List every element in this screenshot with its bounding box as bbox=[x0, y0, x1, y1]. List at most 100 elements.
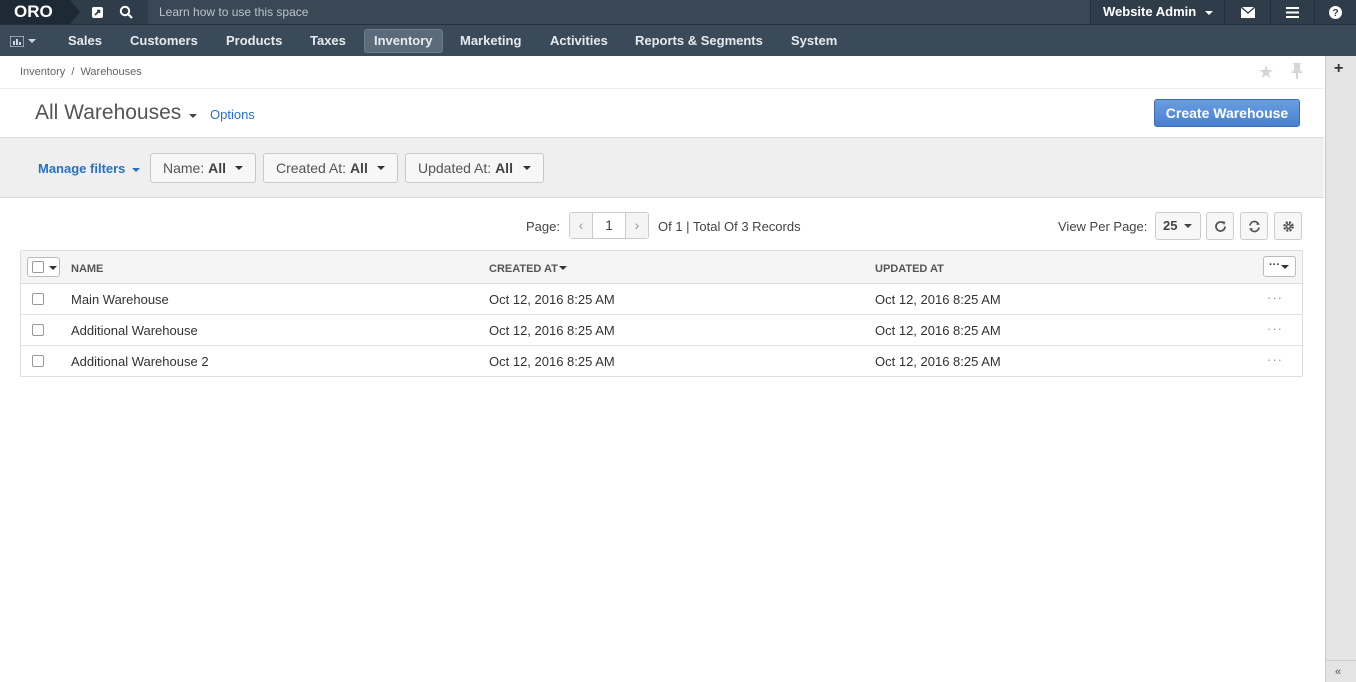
filter-updated-at[interactable]: Updated At: All bbox=[405, 153, 544, 183]
filter-value: All bbox=[349, 160, 368, 176]
page-number-input[interactable]: 1 bbox=[592, 213, 626, 238]
select-all-checkbox[interactable] bbox=[32, 261, 44, 273]
envelope-icon[interactable] bbox=[1224, 0, 1270, 24]
cell-created-at: Oct 12, 2016 8:25 AM bbox=[489, 354, 615, 369]
reset-button[interactable] bbox=[1240, 212, 1268, 240]
chevron-down-icon bbox=[377, 166, 385, 170]
cell-created-at: Oct 12, 2016 8:25 AM bbox=[489, 292, 615, 307]
reset-icon bbox=[1248, 220, 1260, 232]
nav-inventory[interactable]: Inventory bbox=[364, 29, 443, 53]
per-page-label: View Per Page: bbox=[1058, 219, 1148, 234]
previous-page-icon[interactable]: ‹ bbox=[570, 213, 592, 238]
more-icon: ··· bbox=[1269, 259, 1280, 271]
breadcrumb: Inventory / Warehouses bbox=[20, 66, 142, 78]
chart-icon bbox=[10, 35, 24, 47]
main-navigation: Sales Customers Products Taxes Inventory… bbox=[0, 24, 1356, 56]
mass-select-dropdown[interactable] bbox=[27, 257, 60, 277]
cell-updated-at: Oct 12, 2016 8:25 AM bbox=[875, 292, 1001, 307]
nav-activities[interactable]: Activities bbox=[541, 29, 617, 53]
filter-value: All bbox=[208, 160, 227, 176]
breadcrumb-current: Warehouses bbox=[80, 66, 142, 78]
nav-products[interactable]: Products bbox=[217, 29, 291, 53]
per-page-value: 25 bbox=[1163, 218, 1178, 233]
nav-system[interactable]: System bbox=[782, 29, 846, 53]
row-checkbox[interactable] bbox=[32, 293, 44, 305]
dashboard-menu[interactable] bbox=[10, 31, 46, 51]
column-header-name[interactable]: NAME bbox=[71, 263, 103, 275]
page-title[interactable]: All Warehouses bbox=[35, 101, 181, 125]
search-icon[interactable] bbox=[114, 0, 138, 24]
per-page-select[interactable]: 25 bbox=[1155, 212, 1201, 240]
chevron-down-icon bbox=[235, 166, 243, 170]
manage-filters-button[interactable]: Manage filters bbox=[38, 161, 141, 176]
top-bar: ORO Learn how to use this space Website … bbox=[0, 0, 1356, 24]
grid-settings-button[interactable] bbox=[1274, 212, 1302, 240]
chevron-down-icon[interactable] bbox=[189, 114, 197, 118]
filter-created-at[interactable]: Created At: All bbox=[263, 153, 398, 183]
table-row[interactable]: Additional Warehouse Oct 12, 2016 8:25 A… bbox=[21, 315, 1302, 346]
collapse-sidebar-icon[interactable]: « bbox=[1335, 666, 1341, 678]
user-menu[interactable]: Website Admin bbox=[1090, 0, 1224, 24]
breadcrumb-parent[interactable]: Inventory bbox=[20, 66, 65, 78]
chevron-down-icon bbox=[49, 266, 57, 270]
divider bbox=[1326, 660, 1356, 661]
nav-sales[interactable]: Sales bbox=[59, 29, 111, 53]
nav-reports-segments[interactable]: Reports & Segments bbox=[626, 29, 772, 53]
nav-customers[interactable]: Customers bbox=[121, 29, 207, 53]
cell-updated-at: Oct 12, 2016 8:25 AM bbox=[875, 354, 1001, 369]
menu-icon[interactable] bbox=[1270, 0, 1314, 24]
filter-name[interactable]: Name: All bbox=[150, 153, 256, 183]
chevron-down-icon bbox=[1184, 224, 1192, 228]
svg-text:?: ? bbox=[1332, 8, 1338, 19]
chevron-down-icon bbox=[28, 39, 36, 43]
cell-created-at: Oct 12, 2016 8:25 AM bbox=[489, 323, 615, 338]
row-actions-icon[interactable]: ··· bbox=[1267, 352, 1283, 367]
pin-icon[interactable] bbox=[1290, 62, 1304, 85]
next-page-icon[interactable]: › bbox=[626, 213, 648, 238]
table-row[interactable]: Additional Warehouse 2 Oct 12, 2016 8:25… bbox=[21, 346, 1302, 377]
chevron-down-icon bbox=[1281, 265, 1289, 269]
options-link[interactable]: Options bbox=[210, 107, 255, 122]
page-label: Page: bbox=[526, 219, 560, 234]
help-search-input[interactable]: Learn how to use this space bbox=[148, 0, 1090, 24]
share-icon[interactable] bbox=[85, 0, 109, 24]
column-header-updated-at[interactable]: UPDATED AT bbox=[875, 263, 944, 275]
row-checkbox[interactable] bbox=[32, 355, 44, 367]
cell-name: Additional Warehouse 2 bbox=[71, 354, 209, 369]
add-widget-icon[interactable]: + bbox=[1334, 60, 1343, 78]
nav-taxes[interactable]: Taxes bbox=[301, 29, 355, 53]
column-manager-button[interactable]: ··· bbox=[1263, 256, 1296, 277]
row-actions-icon[interactable]: ··· bbox=[1267, 290, 1283, 305]
table-row[interactable]: Main Warehouse Oct 12, 2016 8:25 AM Oct … bbox=[21, 284, 1302, 315]
right-sidebar: + « bbox=[1325, 56, 1356, 682]
pager: ‹ 1 › bbox=[569, 212, 649, 239]
row-actions-icon[interactable]: ··· bbox=[1267, 321, 1283, 336]
filter-label: Name: bbox=[163, 160, 205, 176]
star-icon[interactable]: ★ bbox=[1258, 62, 1274, 83]
row-checkbox[interactable] bbox=[32, 324, 44, 336]
filter-bar: Manage filters Name: All Created At: All… bbox=[0, 137, 1324, 198]
chevron-down-icon bbox=[523, 166, 531, 170]
refresh-button[interactable] bbox=[1206, 212, 1234, 240]
warehouses-grid: NAME CREATED AT UPDATED AT ··· Main Ware… bbox=[20, 250, 1303, 377]
app-logo[interactable]: ORO bbox=[0, 0, 80, 24]
cell-name: Additional Warehouse bbox=[71, 323, 198, 338]
help-icon[interactable]: ? bbox=[1314, 0, 1356, 24]
grid-header: NAME CREATED AT UPDATED AT ··· bbox=[21, 251, 1302, 284]
breadcrumb-separator: / bbox=[71, 66, 75, 78]
cell-updated-at: Oct 12, 2016 8:25 AM bbox=[875, 323, 1001, 338]
chevron-down-icon bbox=[132, 167, 141, 172]
nav-marketing[interactable]: Marketing bbox=[451, 29, 530, 53]
create-warehouse-button[interactable]: Create Warehouse bbox=[1154, 99, 1300, 127]
page-total: Of 1 | Total Of 3 Records bbox=[658, 219, 801, 234]
gear-icon bbox=[1282, 220, 1294, 232]
filter-value: All bbox=[495, 160, 513, 176]
user-menu-label: Website Admin bbox=[1103, 4, 1197, 19]
column-header-label: CREATED AT bbox=[489, 263, 558, 275]
sort-desc-icon bbox=[558, 266, 567, 270]
divider bbox=[0, 88, 1324, 89]
manage-filters-label: Manage filters bbox=[38, 161, 126, 176]
chevron-down-icon bbox=[1204, 10, 1213, 15]
column-header-created-at[interactable]: CREATED AT bbox=[489, 263, 567, 275]
filter-label: Updated At: bbox=[418, 160, 492, 176]
